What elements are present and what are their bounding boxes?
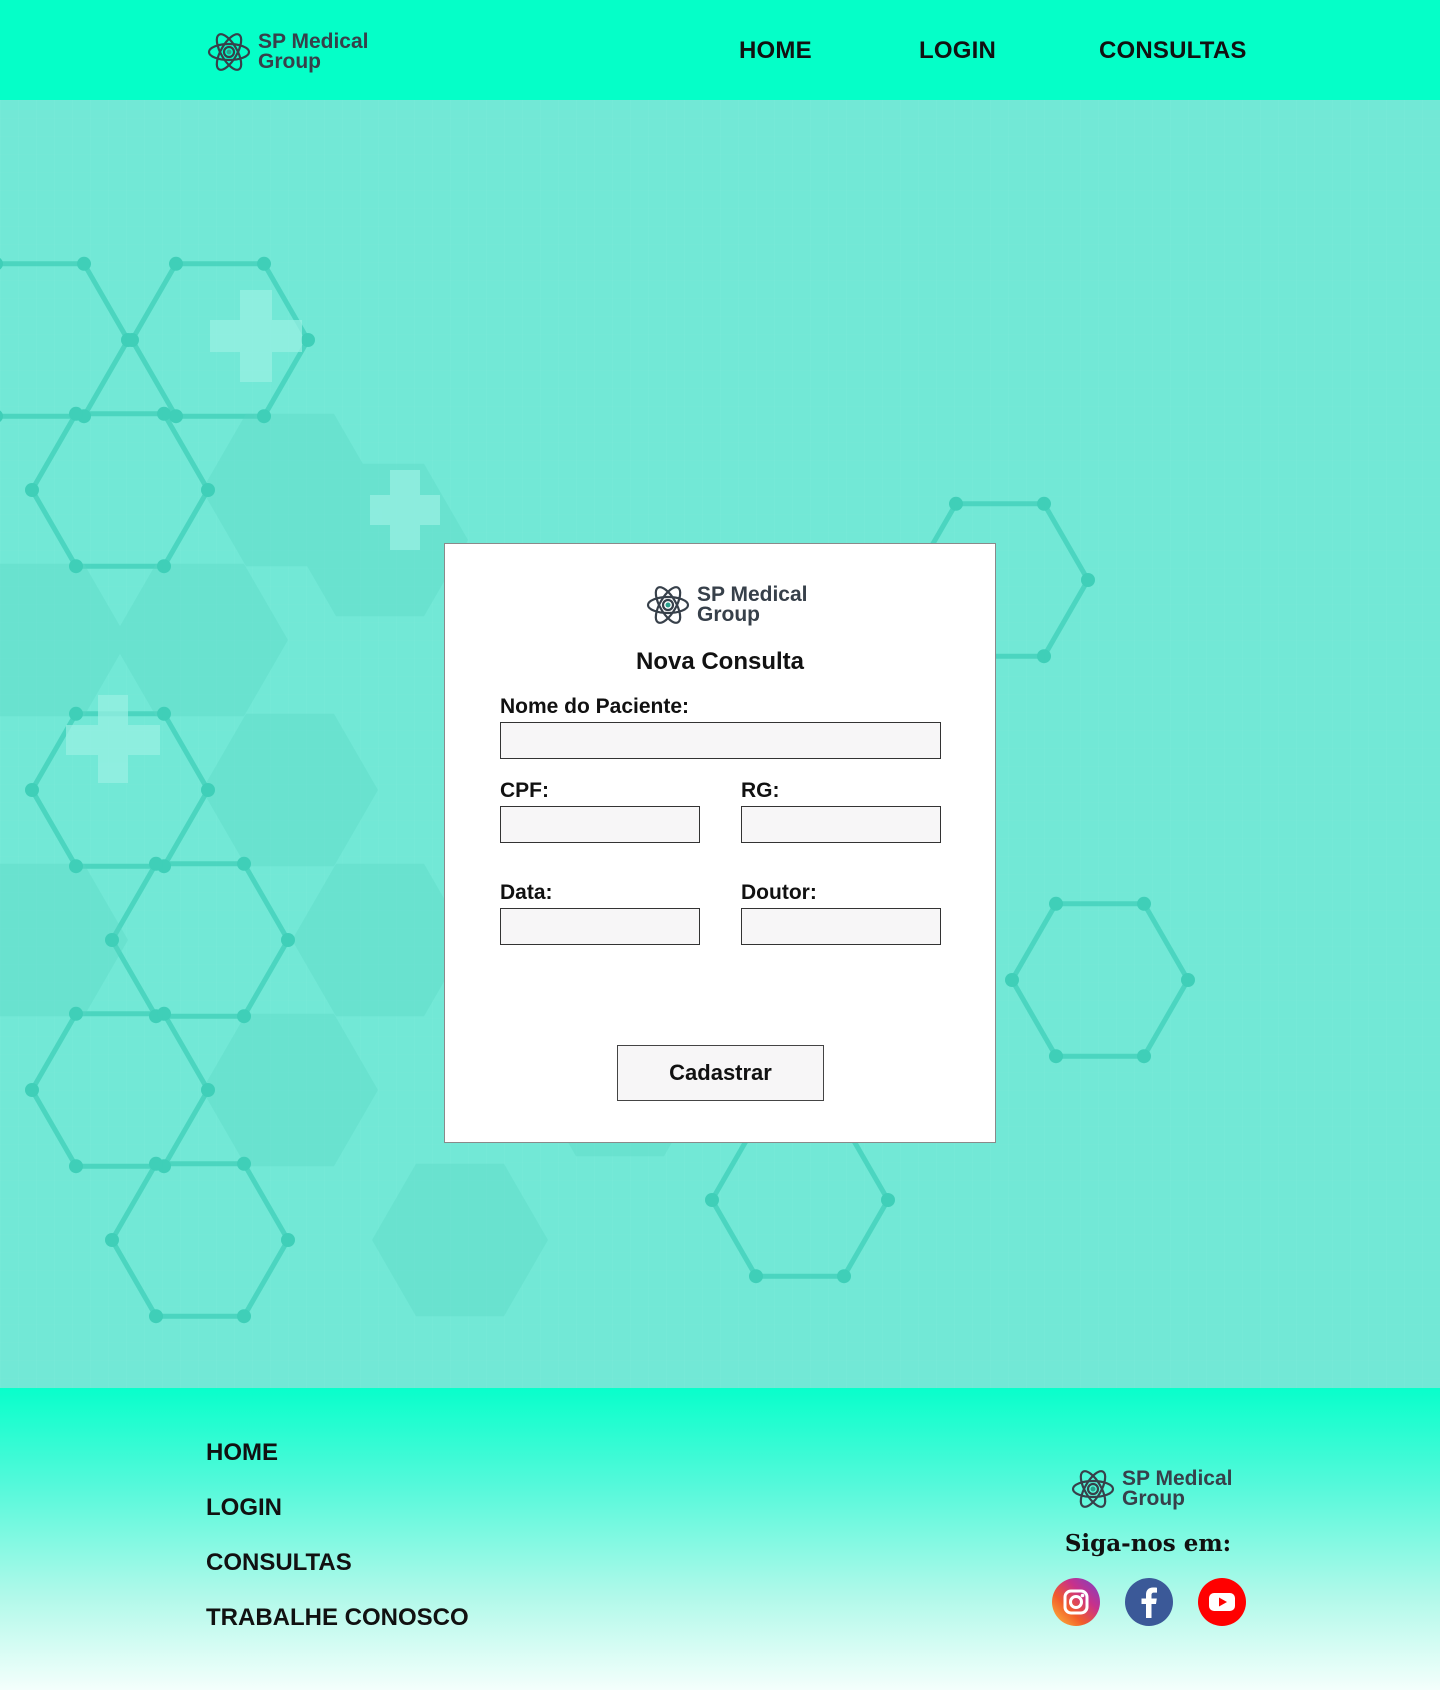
- cpf-input[interactable]: [500, 806, 700, 843]
- hexagon-node: [149, 1309, 163, 1324]
- hexagon-node: [157, 559, 171, 574]
- nav-login-link[interactable]: LOGIN: [919, 34, 996, 68]
- hexagon-node: [1037, 649, 1051, 664]
- brand-name: SP Medical Group: [697, 583, 808, 626]
- hexagon-node: [157, 1006, 171, 1021]
- footer-nav: HOME LOGIN CONSULTAS TRABALHE CONOSCO: [206, 1436, 469, 1656]
- hexagon-node: [169, 256, 183, 271]
- hexagon-node: [69, 1159, 83, 1174]
- hexagon-node: [881, 1193, 895, 1207]
- hexagon-node: [237, 1309, 251, 1324]
- hexagon-node: [1049, 896, 1063, 911]
- hexagon-node: [1005, 973, 1019, 987]
- hexagon-node: [69, 706, 83, 721]
- hexagon-node: [837, 1269, 851, 1284]
- hexagon-node: [237, 1156, 251, 1171]
- hexagon-node: [149, 856, 163, 871]
- hexagon-node: [1137, 896, 1151, 911]
- hexagon-node: [237, 856, 251, 871]
- hexagon-node: [257, 409, 271, 424]
- hexagon-node: [1137, 1049, 1151, 1064]
- hexagon-node: [949, 496, 963, 511]
- brand-line-2: Group: [697, 603, 760, 626]
- footer-logo: SP Medical Group: [1070, 1464, 1233, 1514]
- patient-name-label: Nome do Paciente:: [500, 695, 690, 718]
- hexagon-node: [169, 409, 183, 424]
- main-nav: HOME LOGIN CONSULTAS: [0, 34, 1440, 68]
- date-input[interactable]: [500, 908, 700, 945]
- hexagon-node: [69, 559, 83, 574]
- hexagon-node: [1049, 1049, 1063, 1064]
- atom-logo-icon: [1071, 1470, 1115, 1508]
- atom-logo-icon: [646, 586, 690, 624]
- footer-login-link[interactable]: LOGIN: [206, 1491, 469, 1546]
- hexagon-node: [281, 1233, 295, 1247]
- footer-trabalhe-conosco-link[interactable]: TRABALHE CONOSCO: [206, 1601, 469, 1656]
- hexagon-node: [69, 859, 83, 874]
- hexagon-node: [201, 1083, 215, 1097]
- form-title: Nova Consulta: [635, 648, 805, 675]
- doctor-label: Doutor:: [741, 881, 817, 904]
- site-footer: HOME LOGIN CONSULTAS TRABALHE CONOSCO SP…: [0, 1388, 1440, 1690]
- rg-input[interactable]: [741, 806, 941, 843]
- hexagon-node: [257, 256, 271, 271]
- facebook-icon[interactable]: [1125, 1578, 1173, 1626]
- hexagon-node: [125, 333, 139, 347]
- brand-name: SP Medical Group: [1122, 1467, 1233, 1510]
- hexagon-node: [749, 1269, 763, 1284]
- nav-consultas-link[interactable]: CONSULTAS: [1099, 34, 1247, 68]
- youtube-icon[interactable]: [1198, 1578, 1246, 1626]
- footer-home-link[interactable]: HOME: [206, 1436, 469, 1491]
- hexagon-node: [281, 933, 295, 947]
- follow-us-label: Siga-nos em:: [1064, 1530, 1232, 1557]
- doctor-input[interactable]: [741, 908, 941, 945]
- cpf-label: CPF:: [500, 779, 549, 802]
- hexagon-node: [201, 483, 215, 497]
- hexagon-node: [105, 1233, 119, 1247]
- hexagon-node: [1081, 573, 1095, 587]
- hexagon-node: [705, 1193, 719, 1207]
- hexagon-node: [157, 706, 171, 721]
- hexagon-node: [201, 783, 215, 797]
- hexagon-node: [237, 1009, 251, 1024]
- submit-cadastrar-button[interactable]: Cadastrar: [617, 1045, 824, 1101]
- hexagon-node: [69, 1006, 83, 1021]
- rg-label: RG:: [741, 779, 780, 802]
- hexagon-node: [1037, 496, 1051, 511]
- brand-line-1: SP Medical: [697, 583, 808, 606]
- site-header: SP Medical Group HOME LOGIN CONSULTAS: [0, 0, 1440, 100]
- hexagon-node: [105, 933, 119, 947]
- patient-name-input[interactable]: [500, 722, 941, 759]
- hexagon-node: [1181, 973, 1195, 987]
- hexagon-node: [25, 1083, 39, 1097]
- hexagon-node: [149, 1156, 163, 1171]
- hexagon-node: [301, 333, 315, 347]
- new-appointment-card: SP Medical Group Nova Consulta Nome do P…: [444, 543, 996, 1143]
- hexagon-node: [157, 406, 171, 421]
- instagram-icon[interactable]: [1052, 1578, 1100, 1626]
- nav-home-link[interactable]: HOME: [739, 34, 812, 68]
- hero-section: SP Medical Group Nova Consulta Nome do P…: [0, 100, 1440, 1388]
- hexagon-node: [77, 256, 91, 271]
- date-label: Data:: [500, 881, 553, 904]
- card-logo: SP Medical Group: [645, 580, 808, 630]
- hexagon-node: [25, 783, 39, 797]
- brand-line-1: SP Medical: [1122, 1467, 1233, 1490]
- brand-line-2: Group: [1122, 1487, 1185, 1510]
- hexagon-node: [69, 406, 83, 421]
- footer-consultas-link[interactable]: CONSULTAS: [206, 1546, 469, 1601]
- hexagon-node: [25, 483, 39, 497]
